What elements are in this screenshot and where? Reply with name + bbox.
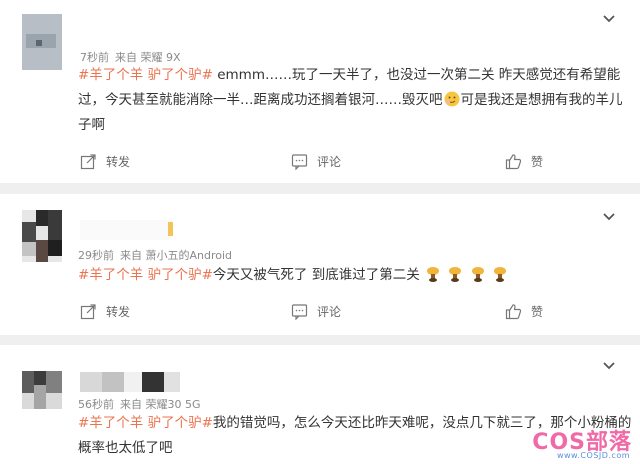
post-time: 56秒前: [78, 398, 114, 411]
comment-label: 评论: [317, 155, 342, 169]
like-button[interactable]: 赞: [505, 303, 543, 320]
avatar[interactable]: [22, 371, 62, 409]
post-body: 今天又被气死了 到底谁过了第二关: [212, 267, 420, 283]
user-name[interactable]: [80, 372, 182, 394]
post-text: #羊了个羊 驴了个驴# emmm……玩了一天半了，也没过一次第二关 昨天感觉还有…: [78, 63, 623, 138]
repost-label: 转发: [106, 155, 131, 169]
mind-blown-icon: [493, 267, 506, 282]
chevron-down-icon[interactable]: [600, 357, 618, 375]
avatar[interactable]: [22, 14, 62, 70]
post-card-1: 7秒前 来自 荣耀 9X #羊了个羊 驴了个驴# emmm……玩了一天半了，也没过…: [0, 0, 640, 183]
like-label: 赞: [531, 155, 544, 169]
watermark-url: www.COSJD.com: [556, 451, 630, 460]
thumbs-up-icon: [505, 304, 522, 320]
post-card-2: 29秒前 来自 萧小五的Android #羊了个羊 驴了个驴#今天又被气死了 到底…: [0, 194, 640, 335]
post-text: #羊了个羊 驴了个驴#今天又被气死了 到底谁过了第二关: [78, 263, 623, 288]
repost-button[interactable]: 转发: [80, 303, 130, 320]
site-watermark: COS部落 www.COSJD.com: [514, 424, 632, 460]
post-source: 来自 荣耀30 5G: [120, 398, 201, 411]
hashtag-link[interactable]: #羊了个羊 驴了个驴#: [78, 267, 213, 283]
repost-label: 转发: [106, 305, 131, 319]
like-label: 赞: [531, 305, 544, 319]
post-meta: 29秒前 来自 萧小五的Android: [78, 247, 238, 263]
repost-icon: [80, 154, 96, 170]
post-meta: 56秒前 来自 荣耀30 5G: [78, 396, 207, 412]
comment-button[interactable]: 评论: [291, 153, 341, 170]
comment-button[interactable]: 评论: [291, 303, 341, 320]
post-source: 来自 萧小五的Android: [120, 249, 233, 262]
avatar[interactable]: [22, 210, 62, 262]
mind-blown-icon: [427, 267, 440, 282]
thumbs-up-icon: [505, 154, 522, 170]
chevron-down-icon[interactable]: [600, 208, 618, 226]
comment-icon: [291, 304, 308, 320]
mind-blown-icon: [471, 267, 484, 282]
repost-button[interactable]: 转发: [80, 153, 130, 170]
smirk-emoji-icon: [444, 91, 459, 107]
action-bar: 转发 评论 赞: [0, 303, 640, 323]
chevron-down-icon[interactable]: [600, 10, 618, 28]
repost-icon: [80, 304, 96, 320]
mind-blown-icon: [449, 267, 462, 282]
user-name[interactable]: [80, 220, 180, 242]
comment-label: 评论: [317, 305, 342, 319]
action-bar: 转发 评论 赞: [0, 153, 640, 173]
like-button[interactable]: 赞: [505, 153, 543, 170]
hashtag-link[interactable]: #羊了个羊 驴了个驴#: [78, 67, 213, 83]
hashtag-link[interactable]: #羊了个羊 驴了个驴#: [78, 415, 213, 431]
comment-icon: [291, 154, 308, 170]
post-time: 29秒前: [78, 249, 114, 262]
